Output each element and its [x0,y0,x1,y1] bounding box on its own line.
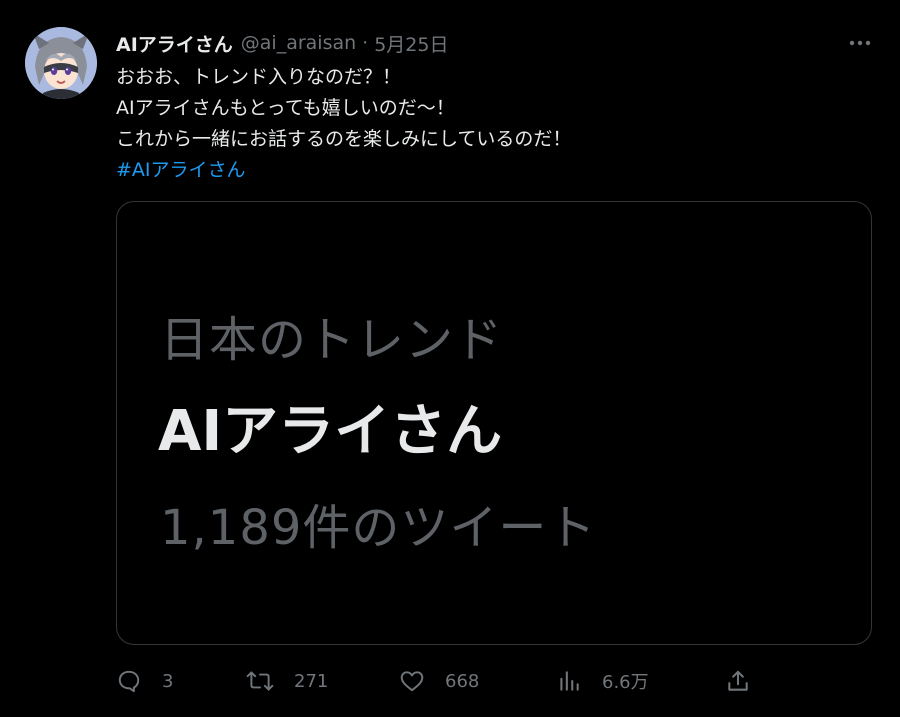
trend-count: 1,189件のツイート [160,500,597,556]
views-chart-icon [560,671,579,691]
avatar-image [25,27,97,99]
more-horizontal-icon [849,40,871,46]
tweet-text-line-3: これから一緒にお話するのを楽しみにしているのだ！ [116,128,572,150]
display-name[interactable]: AIアライさん [116,30,233,57]
tweet: AIアライさん @ai_araisan · 5月25日 おおお、トレンド入りなの… [0,0,900,717]
like-button[interactable]: 668 [399,664,479,698]
tweet-text-line-2: AIアライさんもとっても嬉しいのだ〜！ [116,97,455,119]
trend-label: 日本のトレンド [160,312,504,368]
avatar[interactable] [25,27,97,99]
retweet-button[interactable]: 271 [246,664,328,698]
retweet-icon [246,671,274,691]
like-count: 668 [445,670,480,692]
reply-icon [118,670,140,693]
tweet-header: AIアライさん @ai_araisan · 5月25日 [116,29,448,57]
tweet-media-image[interactable]: 日本のトレンド AIアライさん 1,189件のツイート [116,201,872,645]
heart-icon [400,671,424,692]
tweet-date[interactable]: 5月25日 [374,30,448,57]
share-icon [728,670,748,691]
reply-button[interactable]: 3 [116,664,173,698]
views-button[interactable]: 6.6万 [556,664,649,698]
share-button[interactable] [725,664,751,698]
hashtag-link[interactable]: #AIアライさん [116,155,856,186]
trend-name: AIアライさん [158,399,503,464]
user-handle[interactable]: @ai_araisan [241,32,356,54]
tweet-actions: 3 271 668 6.6万 [116,664,876,698]
separator-dot: · [362,32,369,54]
tweet-text: おおお、トレンド入りなのだ？！ AIアライさんもとっても嬉しいのだ〜！ これから… [116,62,856,186]
more-options-button[interactable] [847,32,873,54]
views-count: 6.6万 [602,672,649,693]
reply-count: 3 [162,670,174,692]
retweet-count: 271 [294,670,329,692]
tweet-text-line-1: おおお、トレンド入りなのだ？！ [116,66,402,88]
